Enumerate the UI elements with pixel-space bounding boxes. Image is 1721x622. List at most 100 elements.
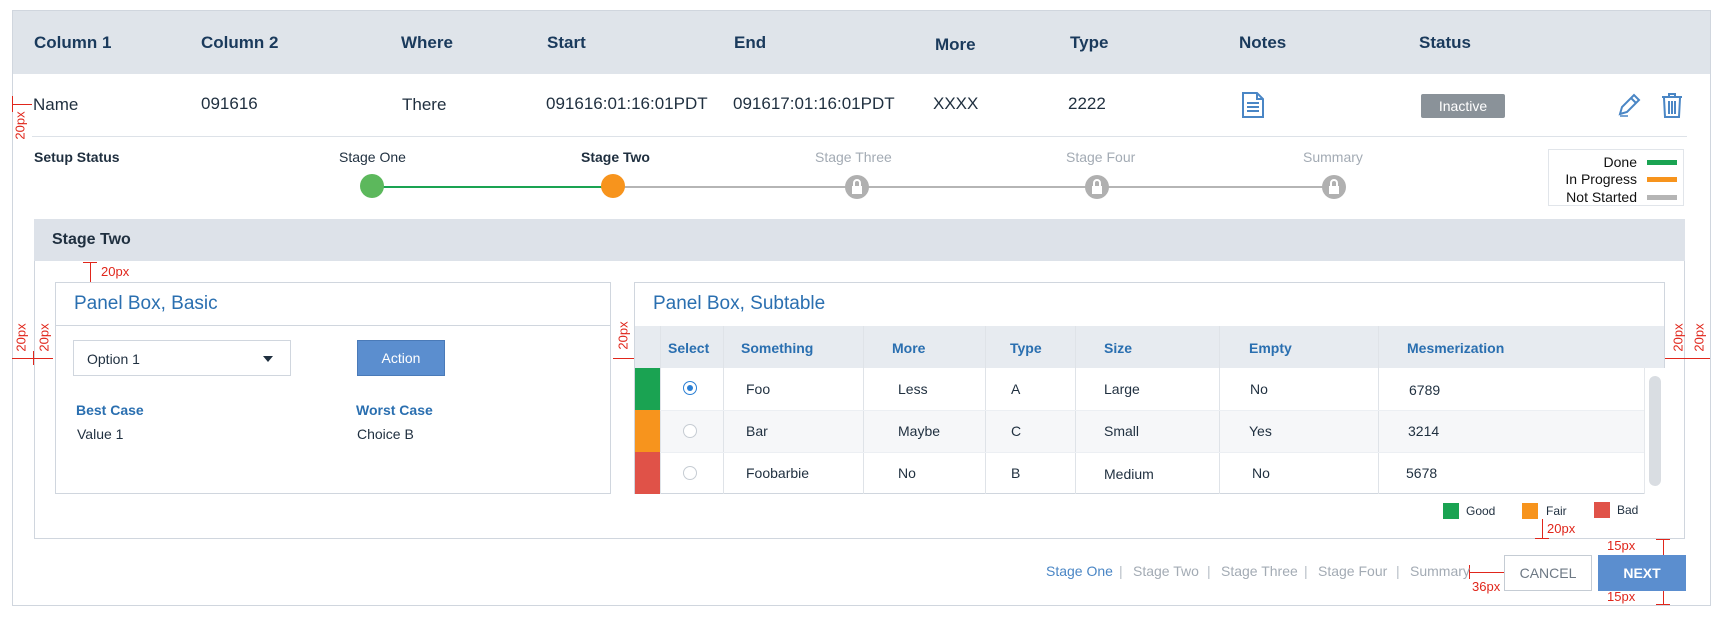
status-badge: Inactive [1421,94,1505,118]
header-end[interactable]: End [734,33,766,53]
progress-line-done [372,186,613,188]
crumb-summary[interactable]: Summary [1410,563,1470,579]
spec-line [1656,604,1670,605]
crumb-stage-three[interactable]: Stage Three [1221,563,1298,579]
legend-not-started: Not Started [1547,188,1683,206]
legend-fair-label: Fair [1546,504,1567,518]
caret-down-icon [263,356,273,362]
row-status-good [635,368,660,410]
row-radio[interactable] [683,466,697,480]
row-status-bad [635,452,660,494]
subtable-scrollbar[interactable] [1644,368,1665,494]
cell-size: Large [1104,381,1140,397]
row-divider [635,410,1644,411]
stage-label-5[interactable]: Summary [1303,149,1363,165]
crumb-stage-four[interactable]: Stage Four [1318,563,1387,579]
subtable-row-stripe [635,410,1644,452]
progress-line-pending [613,186,1335,188]
best-case-label: Best Case [76,402,144,418]
spec-line [12,104,32,105]
legend-done: Done [1547,153,1683,171]
lock-icon [1085,175,1109,199]
stage-section-title: Stage Two [52,231,131,248]
spec-line [1663,539,1664,555]
trash-icon[interactable] [1660,92,1684,118]
row-divider [635,452,1644,453]
subtable-col-type[interactable]: Type [1010,340,1042,356]
spec-label: 20px [1670,323,1686,352]
cell-something: Foobarbie [746,465,810,481]
header-start[interactable]: Start [547,33,586,53]
cell-where: There [402,95,447,114]
legend-fair-swatch [1522,503,1538,519]
spec-line [90,262,91,282]
crumb-stage-one[interactable]: Stage One [1046,563,1113,579]
row-radio[interactable] [683,424,697,438]
subtable-col-select[interactable]: Select [668,340,709,356]
panel-basic-divider [56,325,610,326]
option-select[interactable]: Option 1 [73,340,291,376]
cell-col2: 091616 [201,94,258,113]
cell-mesmerization: 3214 [1408,423,1440,439]
subtable-col-empty[interactable]: Empty [1249,340,1292,356]
stage-node-in-progress[interactable] [601,174,625,198]
header-column-2[interactable]: Column 2 [201,33,278,53]
row-radio-selected[interactable] [683,381,697,395]
spec-line [12,96,13,112]
stage-node-done[interactable] [360,174,384,198]
stage-label-3[interactable]: Stage Three [815,149,892,165]
header-status[interactable]: Status [1419,33,1471,53]
subtable-col-mesmerization[interactable]: Mesmerization [1407,340,1504,356]
header-more[interactable]: More [935,35,976,55]
legend-bad-label: Bad [1617,503,1639,517]
cell-empty: No [1252,465,1270,481]
action-button[interactable]: Action [357,340,445,376]
subtable-col-size[interactable]: Size [1104,340,1132,356]
stage-label-2[interactable]: Stage Two [581,149,650,165]
spec-line [1535,538,1549,539]
crumb-stage-two[interactable]: Stage Two [1133,563,1199,579]
cell-empty: No [1250,381,1268,397]
row-divider [32,136,1687,137]
cancel-button[interactable]: CANCEL [1504,555,1592,591]
cell-more: No [898,465,916,481]
crumb-separator: | [1304,563,1308,579]
spec-line [1469,572,1505,573]
spec-line [1542,519,1543,538]
panel-basic-title: Panel Box, Basic [74,293,218,314]
header-where[interactable]: Where [401,33,453,53]
spec-label: 20px [615,321,631,350]
header-column-1[interactable]: Column 1 [34,33,111,53]
cell-name: Name [33,95,79,114]
lock-icon [1322,175,1346,199]
option-select-value: Option 1 [87,351,140,367]
cell-mesmerization: 6789 [1409,382,1441,398]
cell-something: Bar [746,423,768,439]
crumb-separator: | [1119,563,1123,579]
document-icon[interactable] [1240,92,1266,118]
worst-case-value: Choice B [357,426,414,442]
header-type[interactable]: Type [1070,33,1108,53]
spec-label: 15px [1607,589,1636,604]
cell-more: Maybe [898,423,941,439]
legend-in-progress: In Progress [1547,170,1683,188]
pencil-icon[interactable] [1616,92,1642,118]
status-legend: Done In Progress Not Started [1548,149,1684,206]
scrollbar-thumb[interactable] [1649,376,1661,486]
spec-label: 20px [1547,521,1576,536]
stage-label-1[interactable]: Stage One [339,149,406,165]
spec-label: 15px [1607,538,1636,553]
table-header: Column 1 Column 2 Where Start End More T… [13,11,1710,74]
cell-type: B [1011,465,1021,481]
lock-icon [845,175,869,199]
subtable-col-more[interactable]: More [892,340,925,356]
header-notes[interactable]: Notes [1239,33,1286,53]
spec-label: 36px [1472,579,1501,594]
next-button[interactable]: NEXT [1598,555,1686,591]
subtable-col-something[interactable]: Something [741,340,813,356]
cell-mesmerization: 5678 [1406,465,1438,481]
cell-type: A [1011,381,1021,397]
spec-line [33,351,34,365]
cell-type: C [1011,423,1022,439]
stage-label-4[interactable]: Stage Four [1066,149,1135,165]
